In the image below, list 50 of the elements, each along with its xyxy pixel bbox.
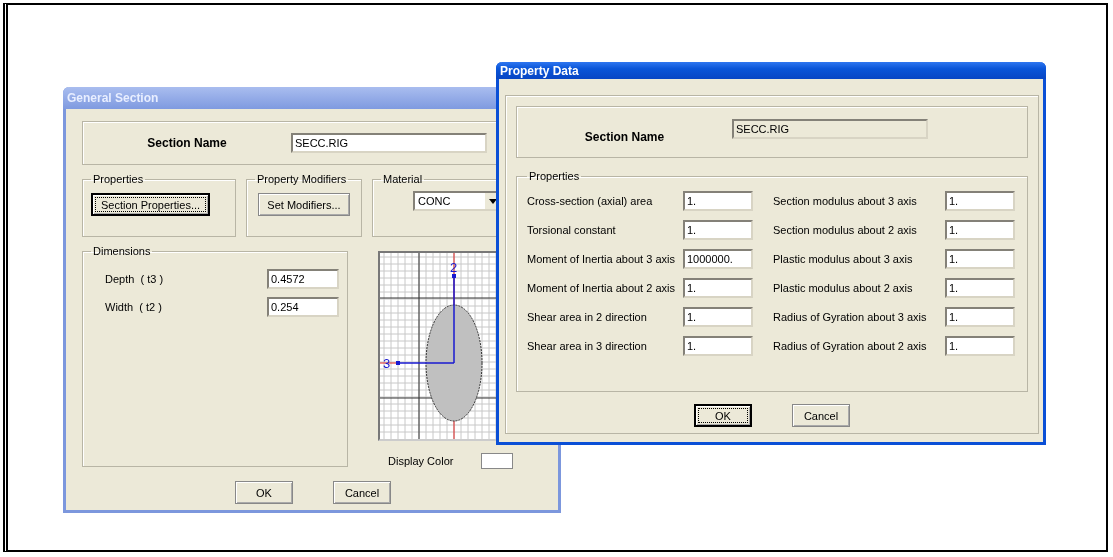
group-label: Dimensions (92, 245, 152, 257)
property-field[interactable]: 1. (945, 219, 1015, 240)
section-name-label: Section Name (147, 136, 227, 150)
property-field[interactable]: 1. (683, 190, 753, 211)
property-label: Shear area in 3 direction (527, 339, 648, 352)
group-label: Property Modifiers (256, 173, 348, 185)
dimension-field[interactable]: 0.254 (267, 297, 339, 317)
property-field[interactable]: 1. (683, 277, 753, 298)
section-properties-button[interactable]: Section Properties... (91, 193, 211, 216)
property-field[interactable]: 1. (945, 190, 1015, 211)
property-field[interactable]: 1000000. (683, 248, 753, 269)
property-field[interactable]: 1. (683, 219, 753, 240)
cancel-button[interactable]: Cancel (792, 404, 850, 427)
property-label: Plastic modulus about 3 axis (773, 252, 914, 265)
property-field[interactable]: 1. (945, 248, 1015, 269)
window-title: Property Data (500, 63, 579, 78)
property-label: Cross-section (axial) area (527, 194, 654, 207)
dimension-field[interactable]: 0.4572 (267, 269, 339, 289)
dimension-label: Depth ( t3 ) (104, 273, 165, 285)
window-title: General Section (67, 91, 159, 105)
property-field[interactable]: 1. (945, 335, 1015, 356)
section-name-field[interactable]: SECC.RIG (291, 133, 487, 153)
property-label: Moment of Inertia about 2 axis (527, 281, 676, 294)
property-label: Plastic modulus about 2 axis (773, 281, 914, 294)
color-swatch[interactable] (481, 453, 514, 469)
group-label: Properties (528, 170, 581, 182)
dimension-label: Width ( t2 ) (104, 301, 163, 313)
section-name-label: Section Name (584, 130, 665, 144)
property-label: Radius of Gyration about 3 axis (773, 310, 928, 323)
property-label: Shear area in 2 direction (527, 310, 648, 323)
ok-button[interactable]: OK (235, 481, 293, 504)
group-label: Properties (92, 173, 145, 185)
property-label: Torsional constant (527, 223, 617, 236)
axis-label: 3 (383, 356, 391, 371)
cancel-button[interactable]: Cancel (333, 481, 391, 504)
property-field[interactable]: 1. (945, 277, 1015, 298)
property-field[interactable]: 1. (945, 306, 1015, 327)
display-color-label: Display Color (388, 455, 454, 467)
ok-button[interactable]: OK (694, 404, 752, 427)
property-label: Section modulus about 3 axis (773, 194, 918, 207)
group-label: Material (382, 173, 424, 185)
property-label: Moment of Inertia about 3 axis (527, 252, 676, 265)
section-name-field[interactable]: SECC.RIG (732, 119, 928, 139)
property-label: Radius of Gyration about 2 axis (773, 339, 928, 352)
set-modifiers-button[interactable]: Set Modifiers... (258, 193, 350, 216)
property-field[interactable]: 1. (683, 335, 753, 356)
property-field[interactable]: 1. (683, 306, 753, 327)
property-label: Section modulus about 2 axis (773, 223, 918, 236)
caret-icon (489, 198, 497, 204)
axis-label: 2 (450, 260, 458, 275)
